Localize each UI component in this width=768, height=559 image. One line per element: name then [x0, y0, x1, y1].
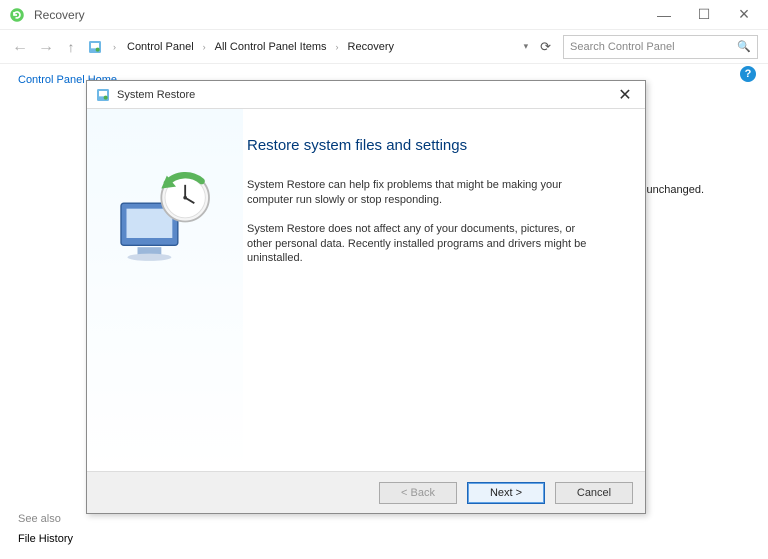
dropdown-icon[interactable]: ▾ [524, 41, 529, 52]
cancel-button[interactable]: Cancel [555, 482, 633, 504]
search-icon: 🔍 [737, 40, 751, 53]
up-arrow[interactable]: ↑ [62, 39, 80, 55]
back-arrow[interactable]: ← [10, 38, 30, 56]
dialog-body: Restore system files and settings System… [87, 109, 645, 471]
dialog-titlebar: System Restore ✕ [87, 81, 645, 109]
dialog-title: System Restore [117, 89, 607, 101]
dialog-paragraph: System Restore can help fix problems tha… [243, 178, 603, 208]
window-titlebar: Recovery — ☐ × [0, 0, 768, 30]
dialog-footer: < Back Next > Cancel [87, 471, 645, 513]
forward-arrow[interactable]: → [36, 38, 56, 56]
dialog-content: Restore system files and settings System… [243, 109, 645, 471]
see-also-label: See also [18, 513, 61, 525]
breadcrumb: Control Panel › All Control Panel Items … [125, 39, 518, 55]
dialog-close-button[interactable]: ✕ [607, 82, 643, 108]
help-icon[interactable]: ? [740, 66, 756, 82]
window-title: Recovery [34, 8, 644, 22]
control-panel-icon [86, 38, 104, 56]
chevron-right-icon: › [333, 42, 342, 52]
dialog-heading: Restore system files and settings [243, 137, 623, 154]
minimize-button[interactable]: — [644, 1, 684, 29]
file-history-link[interactable]: File History [18, 533, 73, 545]
breadcrumb-item[interactable]: Control Panel [125, 39, 196, 55]
back-button: < Back [379, 482, 457, 504]
maximize-button[interactable]: ☐ [684, 1, 724, 29]
breadcrumb-item[interactable]: All Control Panel Items [213, 39, 329, 55]
chevron-right-icon: › [110, 42, 119, 52]
next-button[interactable]: Next > [467, 482, 545, 504]
system-restore-dialog: System Restore ✕ Restore syst [86, 80, 646, 514]
search-input[interactable]: Search Control Panel 🔍 [563, 35, 758, 59]
recovery-icon [8, 6, 26, 24]
search-placeholder: Search Control Panel [570, 41, 675, 53]
refresh-icon[interactable]: ⟳ [534, 39, 557, 55]
toolbar: ← → ↑ › Control Panel › All Control Pane… [0, 30, 768, 64]
dialog-sidebar-image [87, 109, 243, 471]
restore-illustration-icon [110, 161, 220, 271]
breadcrumb-item[interactable]: Recovery [346, 39, 396, 55]
close-button[interactable]: × [724, 1, 764, 29]
dialog-paragraph: System Restore does not affect any of yo… [243, 222, 603, 267]
chevron-right-icon: › [200, 42, 209, 52]
system-restore-icon [95, 87, 111, 103]
